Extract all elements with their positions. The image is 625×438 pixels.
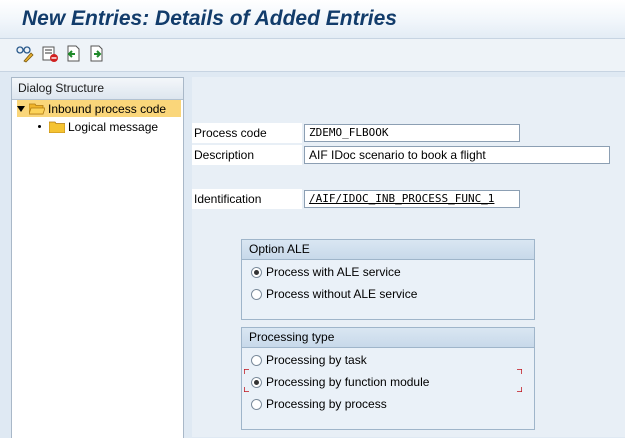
radio-processing-by-process[interactable]: Processing by process: [251, 395, 387, 413]
radio-process-with-ale[interactable]: Process with ALE service: [251, 263, 401, 281]
title-bar: New Entries: Details of Added Entries: [0, 0, 625, 39]
description-label: Description: [192, 145, 302, 165]
processing-type-group: Processing type Processing by task Proce…: [241, 327, 535, 430]
radio-button[interactable]: [251, 398, 262, 410]
open-folder-icon: [29, 103, 45, 114]
radio-button[interactable]: [251, 354, 262, 366]
radio-button-checked[interactable]: [251, 376, 262, 388]
tree-item-label: Logical message: [68, 119, 159, 134]
processing-type-title: Processing type: [242, 328, 534, 348]
delete-entry-button[interactable]: [40, 44, 60, 64]
folder-icon: [49, 121, 65, 133]
next-entry-button[interactable]: [87, 44, 107, 64]
process-code-label: Process code: [192, 123, 302, 143]
radio-button[interactable]: [251, 288, 262, 300]
expand-triangle-icon[interactable]: [17, 105, 25, 112]
radio-process-without-ale[interactable]: Process without ALE service: [251, 285, 417, 303]
tree-bullet-icon: [38, 125, 41, 128]
radio-button-checked[interactable]: [251, 266, 262, 278]
previous-entry-icon: [67, 45, 80, 62]
radio-label: Processing by function module: [266, 375, 430, 389]
radio-label: Process without ALE service: [266, 287, 418, 301]
window-title: New Entries: Details of Added Entries: [22, 7, 397, 30]
tree-item-inbound-process-code[interactable]: Inbound process code: [17, 100, 181, 117]
tree-item-label: Inbound process code: [48, 101, 167, 116]
tree-item-logical-message[interactable]: Logical message: [38, 118, 158, 135]
radio-processing-by-function-module[interactable]: Processing by function module: [251, 373, 429, 391]
dialog-structure-header: Dialog Structure: [12, 78, 183, 100]
description-field[interactable]: AIF IDoc scenario to book a flight: [304, 146, 610, 164]
glasses-change-icon: [16, 46, 34, 63]
focus-bracket-top-right: [517, 369, 522, 374]
identification-value: /AIF/IDOC_INB_PROCESS_FUNC_1: [309, 192, 495, 205]
delete-entry-icon: [42, 46, 58, 62]
dialog-structure-panel: Dialog Structure Inbound process code Lo…: [11, 77, 184, 438]
radio-label: Processing by process: [266, 397, 387, 411]
identification-field[interactable]: /AIF/IDOC_INB_PROCESS_FUNC_1: [304, 190, 520, 208]
focus-bracket-bottom-right: [517, 387, 522, 392]
identification-label: Identification: [192, 189, 302, 209]
application-toolbar: [0, 39, 625, 72]
option-ale-title: Option ALE: [242, 240, 534, 260]
option-ale-group: Option ALE Process with ALE service Proc…: [241, 239, 535, 320]
focus-bracket-bottom-left: [244, 387, 249, 392]
focus-bracket-top-left: [244, 369, 249, 374]
radio-label: Process with ALE service: [266, 265, 401, 279]
radio-label: Processing by task: [266, 353, 367, 367]
next-entry-icon: [90, 45, 103, 62]
glasses-change-button[interactable]: [15, 44, 35, 64]
previous-entry-button[interactable]: [63, 44, 83, 64]
process-code-field[interactable]: ZDEMO_FLBOOK: [304, 124, 520, 142]
radio-processing-by-task[interactable]: Processing by task: [251, 351, 367, 369]
